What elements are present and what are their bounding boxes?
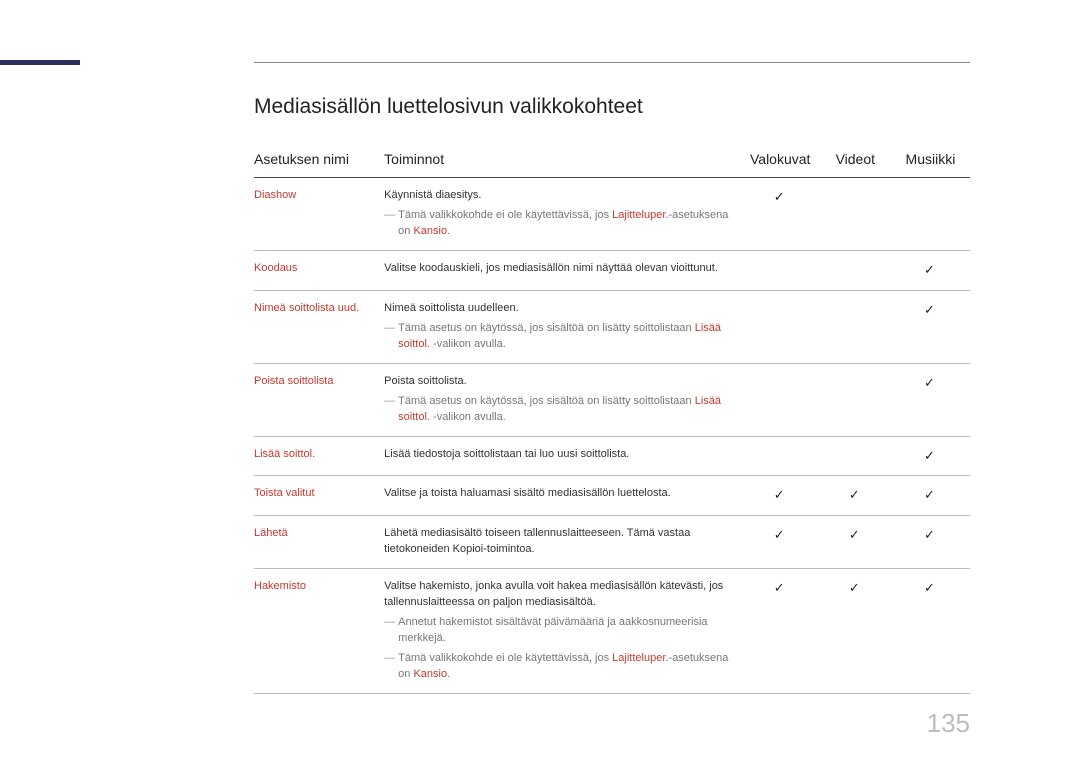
page-number: 135 — [927, 708, 970, 739]
top-horizontal-rule — [254, 62, 970, 63]
setting-desc: Poista soittolista. ― Tämä asetus on käy… — [384, 363, 745, 436]
table-row: Nimeä soittolista uud. Nimeä soittolista… — [254, 290, 970, 363]
setting-name: Poista soittolista — [254, 363, 384, 436]
table-row: Hakemisto Valitse hakemisto, jonka avull… — [254, 569, 970, 694]
col-setting-name: Asetuksen nimi — [254, 143, 384, 178]
col-videos: Videot — [820, 143, 895, 178]
check-videos — [820, 251, 895, 291]
check-photos: ✓ — [745, 516, 820, 569]
check-music: ✓ — [895, 436, 970, 476]
check-videos — [820, 363, 895, 436]
setting-desc: Käynnistä diaesitys. ― Tämä valikkokohde… — [384, 178, 745, 251]
table-row: Lisää soittol. Lisää tiedostoja soittoli… — [254, 436, 970, 476]
side-accent-bar — [0, 60, 80, 65]
note-dash-icon: ― — [384, 615, 398, 631]
setting-desc: Lähetä mediasisältö toiseen tallennuslai… — [384, 516, 745, 569]
note-dash-icon: ― — [384, 651, 398, 667]
setting-name: Hakemisto — [254, 569, 384, 694]
check-photos — [745, 290, 820, 363]
note-dash-icon: ― — [384, 394, 398, 410]
check-videos: ✓ — [820, 569, 895, 694]
setting-name: Nimeä soittolista uud. — [254, 290, 384, 363]
setting-name: Lisää soittol. — [254, 436, 384, 476]
check-music: ✓ — [895, 363, 970, 436]
col-music: Musiikki — [895, 143, 970, 178]
check-photos — [745, 251, 820, 291]
col-photos: Valokuvat — [745, 143, 820, 178]
setting-name: Toista valitut — [254, 476, 384, 516]
check-videos — [820, 436, 895, 476]
col-actions: Toiminnot — [384, 143, 745, 178]
note-dash-icon: ― — [384, 321, 398, 337]
note: ― Tämä valikkokohde ei ole käytettävissä… — [384, 208, 739, 240]
check-music: ✓ — [895, 290, 970, 363]
check-music: ✓ — [895, 516, 970, 569]
menu-items-table: Asetuksen nimi Toiminnot Valokuvat Video… — [254, 143, 970, 694]
setting-desc: Valitse hakemisto, jonka avulla voit hak… — [384, 569, 745, 694]
page-title: Mediasisällön luettelosivun valikkokohte… — [254, 95, 970, 119]
setting-desc: Valitse koodauskieli, jos mediasisällön … — [384, 251, 745, 291]
setting-desc: Lisää tiedostoja soittolistaan tai luo u… — [384, 436, 745, 476]
check-photos — [745, 363, 820, 436]
table-row: Diashow Käynnistä diaesitys. ― Tämä vali… — [254, 178, 970, 251]
note: ― Annetut hakemistot sisältävät päivämää… — [384, 615, 739, 647]
setting-name: Koodaus — [254, 251, 384, 291]
setting-desc: Valitse ja toista haluamasi sisältö medi… — [384, 476, 745, 516]
check-photos: ✓ — [745, 476, 820, 516]
check-music — [895, 178, 970, 251]
check-videos: ✓ — [820, 516, 895, 569]
note: ― Tämä valikkokohde ei ole käytettävissä… — [384, 651, 739, 683]
table-row: Toista valitut Valitse ja toista haluama… — [254, 476, 970, 516]
check-music: ✓ — [895, 476, 970, 516]
check-music: ✓ — [895, 569, 970, 694]
check-music: ✓ — [895, 251, 970, 291]
check-photos: ✓ — [745, 178, 820, 251]
check-videos: ✓ — [820, 476, 895, 516]
setting-name: Lähetä — [254, 516, 384, 569]
note-dash-icon: ― — [384, 208, 398, 224]
check-photos — [745, 436, 820, 476]
table-header-row: Asetuksen nimi Toiminnot Valokuvat Video… — [254, 143, 970, 178]
table-row: Koodaus Valitse koodauskieli, jos medias… — [254, 251, 970, 291]
check-videos — [820, 178, 895, 251]
page-content: Mediasisällön luettelosivun valikkokohte… — [254, 95, 970, 694]
table-row: Poista soittolista Poista soittolista. ―… — [254, 363, 970, 436]
note: ― Tämä asetus on käytössä, jos sisältöä … — [384, 394, 739, 426]
check-videos — [820, 290, 895, 363]
note: ― Tämä asetus on käytössä, jos sisältöä … — [384, 321, 739, 353]
table-row: Lähetä Lähetä mediasisältö toiseen talle… — [254, 516, 970, 569]
setting-desc: Nimeä soittolista uudelleen. ― Tämä aset… — [384, 290, 745, 363]
setting-name: Diashow — [254, 178, 384, 251]
check-photos: ✓ — [745, 569, 820, 694]
